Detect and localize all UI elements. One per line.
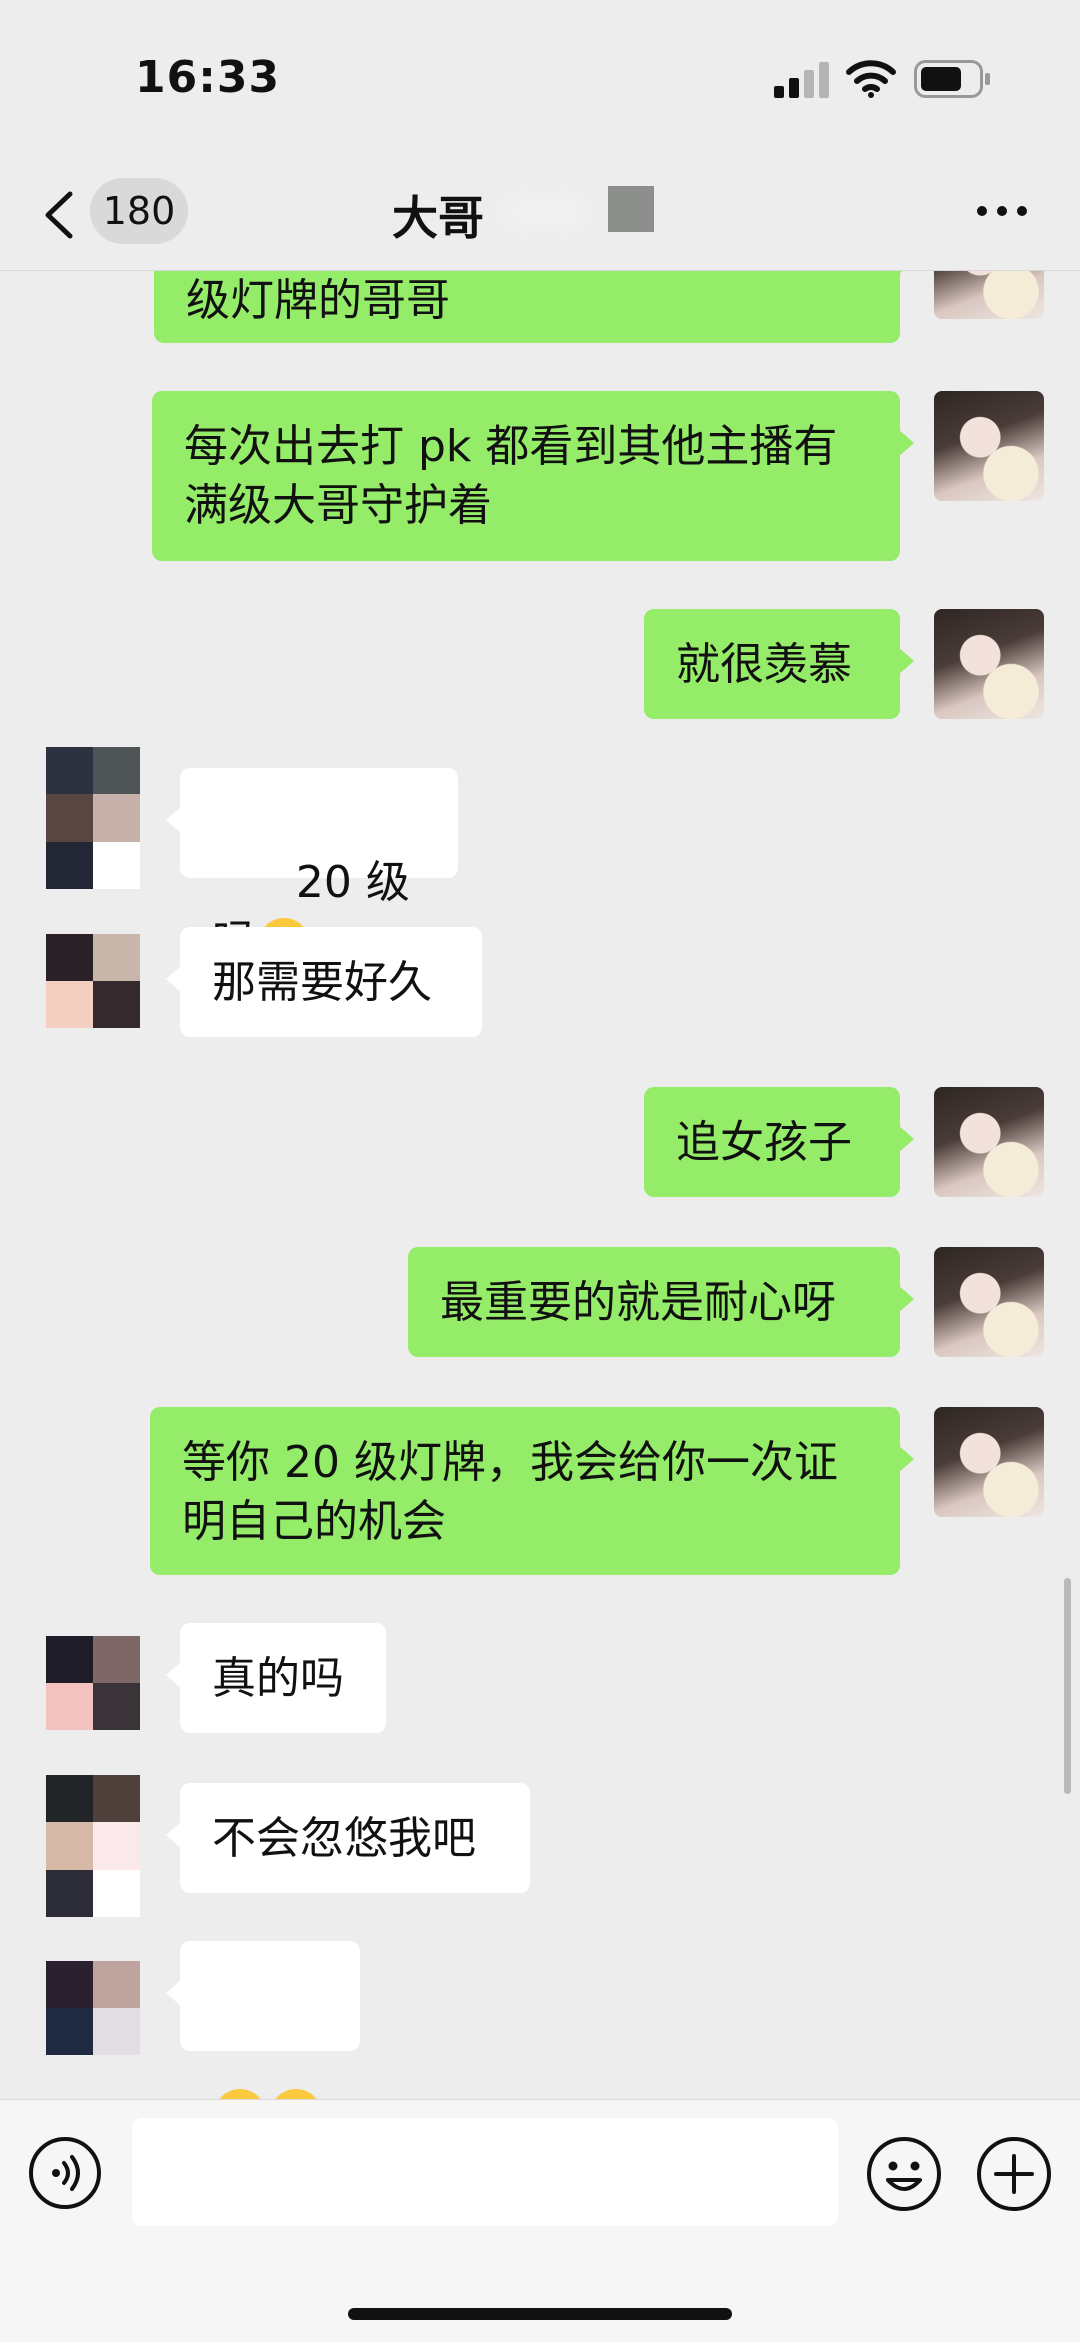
avatar[interactable] xyxy=(46,1636,140,1730)
chat-title: 大哥 xyxy=(392,191,484,245)
back-icon[interactable] xyxy=(42,190,76,240)
avatar[interactable] xyxy=(46,747,140,889)
avatar[interactable] xyxy=(46,1961,140,2055)
emoji-icon[interactable] xyxy=(866,2136,942,2212)
wifi-icon xyxy=(846,60,896,98)
message-bubble[interactable]: 最重要的就是耐心呀 xyxy=(408,1247,914,1357)
hand-over-mouth-icon xyxy=(275,2089,317,2099)
plus-icon[interactable] xyxy=(976,2136,1052,2212)
avatar[interactable] xyxy=(934,609,1044,719)
message-bubble[interactable]: 真的吗 xyxy=(166,1623,386,1733)
status-time: 16:33 xyxy=(135,52,281,103)
battery-icon xyxy=(914,60,990,98)
message-input[interactable] xyxy=(132,2118,838,2226)
message-bubble[interactable]: 等你 20 级灯牌，我会给你一次证 明自己的机会 xyxy=(150,1407,914,1575)
avatar[interactable] xyxy=(934,1087,1044,1197)
message-bubble[interactable]: 级灯牌的哥哥 xyxy=(154,271,914,343)
input-bar xyxy=(0,2099,1080,2342)
message-bubble[interactable]: 追女孩子 xyxy=(644,1087,914,1197)
message-bubble[interactable] xyxy=(166,1941,360,2099)
voice-icon[interactable] xyxy=(28,2136,102,2210)
avatar[interactable] xyxy=(934,391,1044,501)
message-list[interactable]: 级灯牌的哥哥 每次出去打 pk 都看到其他主播有 满级大哥守护着 就很羡慕 20… xyxy=(0,271,1080,2099)
scrollbar[interactable] xyxy=(1064,1578,1071,1794)
chat-header: 180 大哥 xyxy=(0,160,1080,271)
message-bubble[interactable]: 每次出去打 pk 都看到其他主播有 满级大哥守护着 xyxy=(152,391,914,561)
avatar[interactable] xyxy=(46,1775,140,1917)
home-indicator[interactable] xyxy=(348,2308,732,2320)
signal-icon xyxy=(774,62,829,98)
hand-over-mouth-icon xyxy=(219,2089,261,2099)
avatar[interactable] xyxy=(934,1407,1044,1517)
more-icon[interactable] xyxy=(976,204,1028,218)
status-bar: 16:33 xyxy=(0,0,1080,160)
avatar[interactable] xyxy=(934,1247,1044,1357)
message-bubble[interactable]: 那需要好久 xyxy=(166,927,482,1037)
avatar[interactable] xyxy=(46,934,140,1028)
message-bubble[interactable]: 就很羡慕 xyxy=(644,609,914,719)
title-redaction-blur xyxy=(500,190,590,234)
message-bubble[interactable]: 不会忽悠我吧 xyxy=(166,1783,530,1893)
message-bubble[interactable]: 20 级吗 xyxy=(166,768,458,970)
unread-count-badge[interactable]: 180 xyxy=(90,178,188,244)
title-redaction-mosaic xyxy=(608,186,654,232)
avatar[interactable] xyxy=(934,271,1044,319)
